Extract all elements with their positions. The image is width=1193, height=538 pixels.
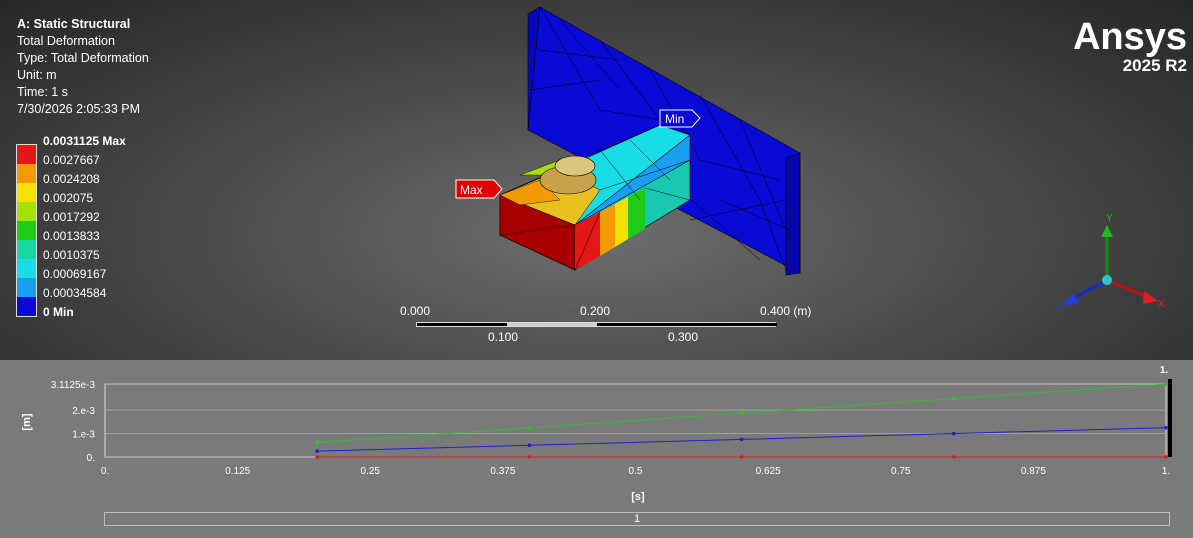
data-point [1164,455,1168,459]
y-axis-label: Y [1106,213,1113,224]
data-point [315,455,320,459]
y-tick-label: 2.e-3 [72,406,95,417]
bolt-top [554,155,596,177]
scale-label: 0.000 [400,304,431,318]
x-tick-label: 0.375 [490,466,515,477]
block-band-yellow [615,197,628,247]
x-tick-label: 0.25 [361,466,381,477]
data-point [315,449,320,453]
data-point [739,455,744,459]
scale-label: 0.400 (m) [760,304,812,318]
data-point [739,411,744,415]
data-point [527,443,532,448]
y-tick-label: 1.e-3 [72,430,95,441]
scale-label: 0.200 [580,304,611,318]
data-point [315,440,320,445]
x-tick-label: 0.875 [1021,466,1046,477]
plate-side [785,152,801,276]
timeline-label: 1 [633,513,641,525]
x-tick-label: 0.75 [891,466,911,477]
scale-label: 0.100 [488,330,519,344]
z-axis-label: Z [1056,301,1062,312]
graphics-viewport[interactable]: A: Static Structural Total Deformation T… [0,0,1193,360]
data-point [739,437,744,442]
max-probe[interactable]: Max [455,179,503,199]
block-band-orange [600,204,615,256]
min-probe-label: Min [665,112,684,126]
scale-ruler: 0.000 0.200 0.400 (m) 0.100 0.300 [400,304,820,344]
y-axis-title: [m] [21,413,33,430]
x-axis-label: X [1158,299,1165,310]
x-tick-label: 0. [101,466,109,477]
x-axis-title: [s] [631,491,645,503]
timeline-bar[interactable]: 1 [104,512,1170,526]
scale-bar [416,322,777,327]
time-marker-label: 1. [1160,365,1169,376]
x-tick-label: 0.125 [225,466,250,477]
y-tick-label: 0. [87,453,95,464]
x-tick-label: 0.5 [629,466,643,477]
y-tick-labels: 3.1125e-3 2.e-3 1.e-3 0. [51,380,96,464]
data-point [527,426,532,430]
data-point [527,455,532,459]
graph-panel[interactable]: 3.1125e-3 2.e-3 1.e-3 0. 0. 0.125 0.25 0.375 0.… [0,360,1193,538]
x-tick-label: 0.625 [756,466,781,477]
x-tick-label: 1. [1162,466,1170,477]
axis-triad[interactable]: Y X Z [1050,205,1180,315]
data-point [952,431,956,436]
data-point [952,396,956,401]
max-probe-label: Max [460,183,483,197]
chart-series [315,382,1168,459]
x-tick-labels: 0. 0.125 0.25 0.375 0.5 0.625 0.75 0.875 1. [101,466,1170,477]
data-point [952,455,956,459]
scale-label: 0.300 [668,330,699,344]
y-tick-label: 3.1125e-3 [51,380,96,391]
min-probe[interactable]: Min [659,109,701,128]
data-point [1164,382,1168,386]
time-history-chart[interactable]: 3.1125e-32.e-31.e-30. 0. 0.125 0.25 0.375 0.… [0,360,1193,510]
data-point [1164,425,1168,430]
